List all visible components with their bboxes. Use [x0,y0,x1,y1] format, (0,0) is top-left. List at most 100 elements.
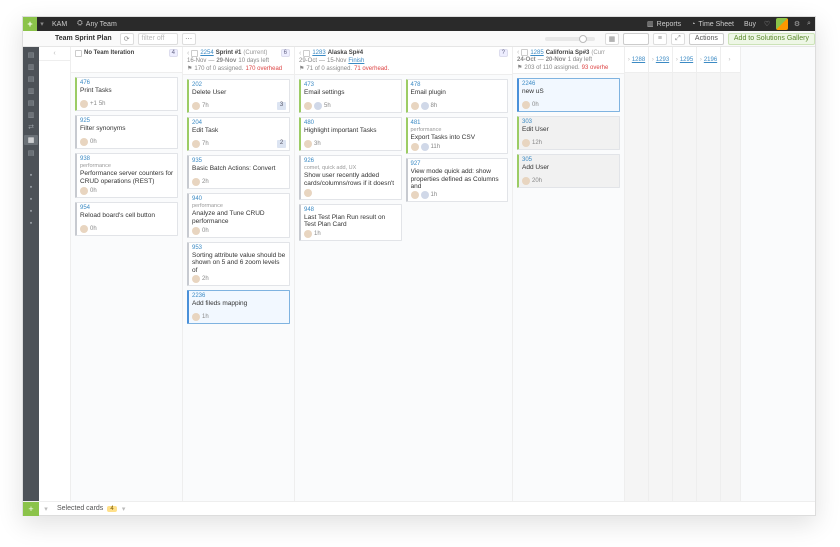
lane-collapsed-end[interactable]: › [721,47,741,501]
global-add-chevron[interactable]: ▾ [37,20,47,28]
flag-icon: ⚑ [299,65,304,72]
lane-check[interactable] [191,50,198,57]
task-card[interactable]: 926comet, quick add, UXShow user recentl… [299,155,402,200]
search-top-icon[interactable]: ⌕ [803,20,815,28]
rail-item-2[interactable]: ▥ [26,63,36,71]
global-add-button[interactable]: + [23,17,37,31]
add-gallery-label: Add to Solutions Gallery [734,35,809,42]
rail-item-6[interactable]: ▥ [26,111,36,119]
footer-add-chevron[interactable]: ▾ [39,505,53,513]
lane-check[interactable] [75,50,82,57]
card-title: Email settings [304,89,398,97]
task-card[interactable]: 938performancePerformance server counter… [75,153,178,198]
task-card[interactable]: 305Add User20h [517,154,620,188]
lane-id[interactable]: 2254 [200,50,213,56]
lane-header-alaska[interactable]: ‹ 1283 Alaska Sp#4 ? 29-Oct — 15-Nov Fin… [295,47,512,75]
collapse-left-icon[interactable]: ‹ [517,49,519,56]
task-card[interactable]: 478Email plugin8h [406,79,509,113]
zoom-slider[interactable] [545,37,595,41]
task-card[interactable]: 204Edit Task7h2 [187,117,290,151]
card-title: Print Tasks [80,87,174,95]
task-card[interactable]: 953Sorting attribute value should be sho… [187,242,290,286]
left-rail: ▤ ▥ ▤ ▥ ▤ ▥ ⇄ ▦ ▤ ▪ ▪ ▪ ▪ ▪ [23,47,39,501]
task-card[interactable]: 473Email settings5h [299,79,402,113]
task-card[interactable]: 925Filter synonyms0h [75,115,178,149]
view-grid-button[interactable]: ▦ [605,33,619,45]
nav-collapse-left[interactable]: ‹ [39,47,70,61]
card-tags: performance [192,203,286,209]
task-card[interactable]: 935Basic Batch Actions: Convert2h [187,155,290,189]
lane-collapsed-3[interactable]: ›1295 [673,47,697,501]
avatar-icon [421,191,429,199]
settings-icon[interactable]: ⚙ [791,20,803,28]
card-id: 204 [192,120,286,126]
workspace-selector[interactable]: KAM [47,21,72,28]
workspace-label: KAM [52,21,67,28]
task-card[interactable]: 303Edit User12h [517,116,620,150]
card-id: 202 [192,82,286,88]
rail-item-active[interactable]: ▦ [24,135,38,145]
rail-folder-4[interactable]: ▪ [26,207,36,215]
lane-collapsed-2[interactable]: ›1293 [649,47,673,501]
lane-id[interactable]: 1283 [312,50,325,56]
rail-item-3[interactable]: ▤ [26,75,36,83]
finish-link[interactable]: Finish [348,58,364,64]
rail-item-8[interactable]: ▤ [26,149,36,157]
task-card[interactable]: 948Last Test Plan Run result on Test Pla… [299,204,402,242]
expand-icon: › [652,57,654,63]
lane-collapsed-1[interactable]: ›1288 [625,47,649,501]
lane-header-sprint1[interactable]: ‹ 2254 Sprint #1 (Current) 6 16-Nov — 29… [183,47,294,75]
view-disabled-button[interactable] [623,33,649,45]
actions-button[interactable]: Actions [689,33,724,45]
lane-header-california[interactable]: ‹ 1285 California Sp#3 (Curr 24-Oct — 20… [513,47,624,74]
task-card[interactable]: 940performanceAnalyze and Tune CRUD perf… [187,193,290,238]
expand-button[interactable]: ⤢ [671,33,685,45]
footer-add-button[interactable]: + [23,502,39,516]
selected-chevron[interactable]: ▾ [117,505,131,513]
add-gallery-button[interactable]: Add to Solutions Gallery [728,33,815,45]
collapse-left-icon[interactable]: ‹ [299,50,301,57]
task-card[interactable]: 954Reload board's cell button0h [75,202,178,236]
lane-header-no-team[interactable]: No Team Iteration 4 [71,47,182,73]
task-card[interactable]: 481performanceExport Tasks into CSV11h [406,117,509,154]
filter-menu-button[interactable]: ⋯ [182,33,196,45]
rail-item-1[interactable]: ▤ [26,51,36,59]
card-title: Email plugin [411,89,505,97]
lane-id: 2196 [704,57,717,63]
rail-folder-2[interactable]: ▪ [26,183,36,191]
expand-icon: › [700,57,702,63]
rail-folder-5[interactable]: ▪ [26,219,36,227]
task-card[interactable]: 2236Add fileds mapping1h [187,290,290,324]
task-card[interactable]: 927View mode quick add: show properties … [406,158,509,202]
lane-id[interactable]: 1285 [530,50,543,56]
avatar-icon [192,275,200,283]
task-card[interactable]: 202Delete User7h3 [187,79,290,113]
zoom-knob[interactable] [579,35,587,43]
buy-link[interactable]: Buy [739,21,761,28]
lane-check[interactable] [303,50,310,57]
rail-item-4[interactable]: ▥ [26,87,36,95]
rail-item-7[interactable]: ⇄ [26,123,36,131]
top-bar: + ▾ KAM ⛭ Any Team ▥ Reports ◔ Time Shee… [23,17,815,31]
card-title: Edit Task [192,127,286,135]
lane-name: Alaska Sp#4 [328,50,363,56]
refresh-button[interactable]: ⟳ [120,33,134,45]
rail-folder-1[interactable]: ▪ [26,171,36,179]
team-selector[interactable]: ⛭ Any Team [72,20,122,28]
favorite-icon[interactable]: ♡ [761,20,773,28]
filter-input[interactable]: filter off [138,33,178,45]
collapse-left-icon[interactable]: ‹ [187,50,189,57]
rail-item-5[interactable]: ▤ [26,99,36,107]
lane-collapsed-4[interactable]: ›2196 [697,47,721,501]
timesheet-link[interactable]: ◔ Time Sheet [686,21,739,28]
lane-check[interactable] [521,49,528,56]
reports-link[interactable]: ▥ Reports [642,20,686,28]
app-logo[interactable] [776,18,788,30]
task-card[interactable]: 480Highlight important Tasks3h [299,117,402,151]
card-title: Show user recently added cards/columns/r… [304,172,398,188]
task-card[interactable]: 2246new uS0h [517,78,620,112]
task-card[interactable]: 476Print Tasks+15h [75,77,178,111]
rail-folder-3[interactable]: ▪ [26,195,36,203]
view-list-button[interactable]: ≡ [653,33,667,45]
date-to: 20-Nov [546,57,566,63]
